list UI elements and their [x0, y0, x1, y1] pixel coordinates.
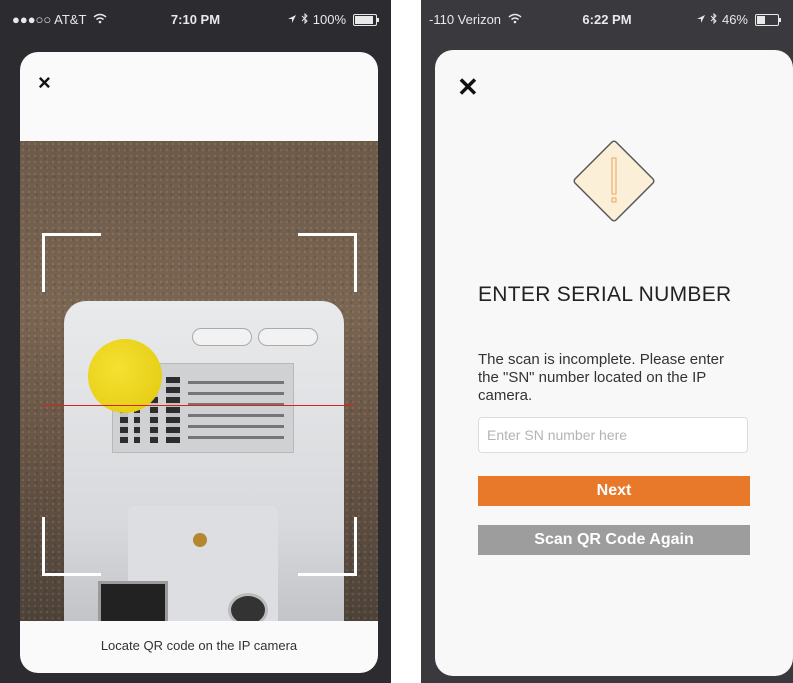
bluetooth-icon — [301, 12, 309, 27]
scan-card: × Locate QR code on the IP camera — [20, 52, 378, 673]
device-button — [258, 328, 318, 346]
ethernet-port — [98, 581, 168, 621]
battery-icon — [353, 13, 379, 26]
warning-diamond-icon — [573, 140, 655, 222]
status-right: 100% — [287, 12, 379, 27]
sn-number-input[interactable] — [478, 417, 748, 453]
page-title: ENTER SERIAL NUMBER — [478, 283, 732, 306]
scan-qr-again-button[interactable]: Scan QR Code Again — [478, 525, 750, 555]
close-icon[interactable]: ✕ — [457, 74, 479, 100]
phone-screen-scan: ●●●○○ AT&T 7:10 PM 100% × Locate QR code… — [0, 0, 391, 683]
round-port — [228, 593, 268, 621]
location-arrow-icon — [287, 12, 297, 27]
battery-fill — [355, 15, 373, 24]
status-bar: -110 Verizon 6:22 PM 46% — [421, 0, 793, 40]
scan-line — [42, 405, 354, 406]
serial-number-card: ✕ ENTER SERIAL NUMBER The scan is incomp… — [435, 50, 793, 676]
close-icon[interactable]: × — [38, 72, 51, 94]
scan-instruction: Locate QR code on the IP camera — [100, 638, 298, 653]
battery-percent: 100% — [312, 12, 346, 27]
frame-corner-bottom-right — [298, 517, 357, 576]
frame-corner-top-right — [298, 233, 357, 292]
yellow-dot — [88, 339, 162, 413]
location-arrow-icon — [696, 12, 706, 27]
battery-icon — [755, 13, 781, 26]
incomplete-scan-message: The scan is incomplete. Please enter the… — [478, 351, 724, 404]
frame-corner-top-left — [42, 233, 101, 292]
camera-viewfinder[interactable] — [20, 141, 378, 621]
device-screw — [193, 533, 207, 547]
sticker-text-lines — [188, 381, 284, 441]
device-button — [192, 328, 252, 346]
status-bar: ●●●○○ AT&T 7:10 PM 100% — [0, 0, 391, 40]
battery-percent: 46% — [721, 12, 748, 27]
frame-corner-bottom-left — [42, 517, 101, 576]
bluetooth-icon — [710, 12, 718, 27]
status-right: 46% — [696, 12, 781, 27]
battery-fill — [757, 15, 765, 24]
phone-screen-serial: -110 Verizon 6:22 PM 46% ✕ ENTER SERIAL … — [421, 0, 793, 683]
next-button[interactable]: Next — [478, 476, 750, 506]
